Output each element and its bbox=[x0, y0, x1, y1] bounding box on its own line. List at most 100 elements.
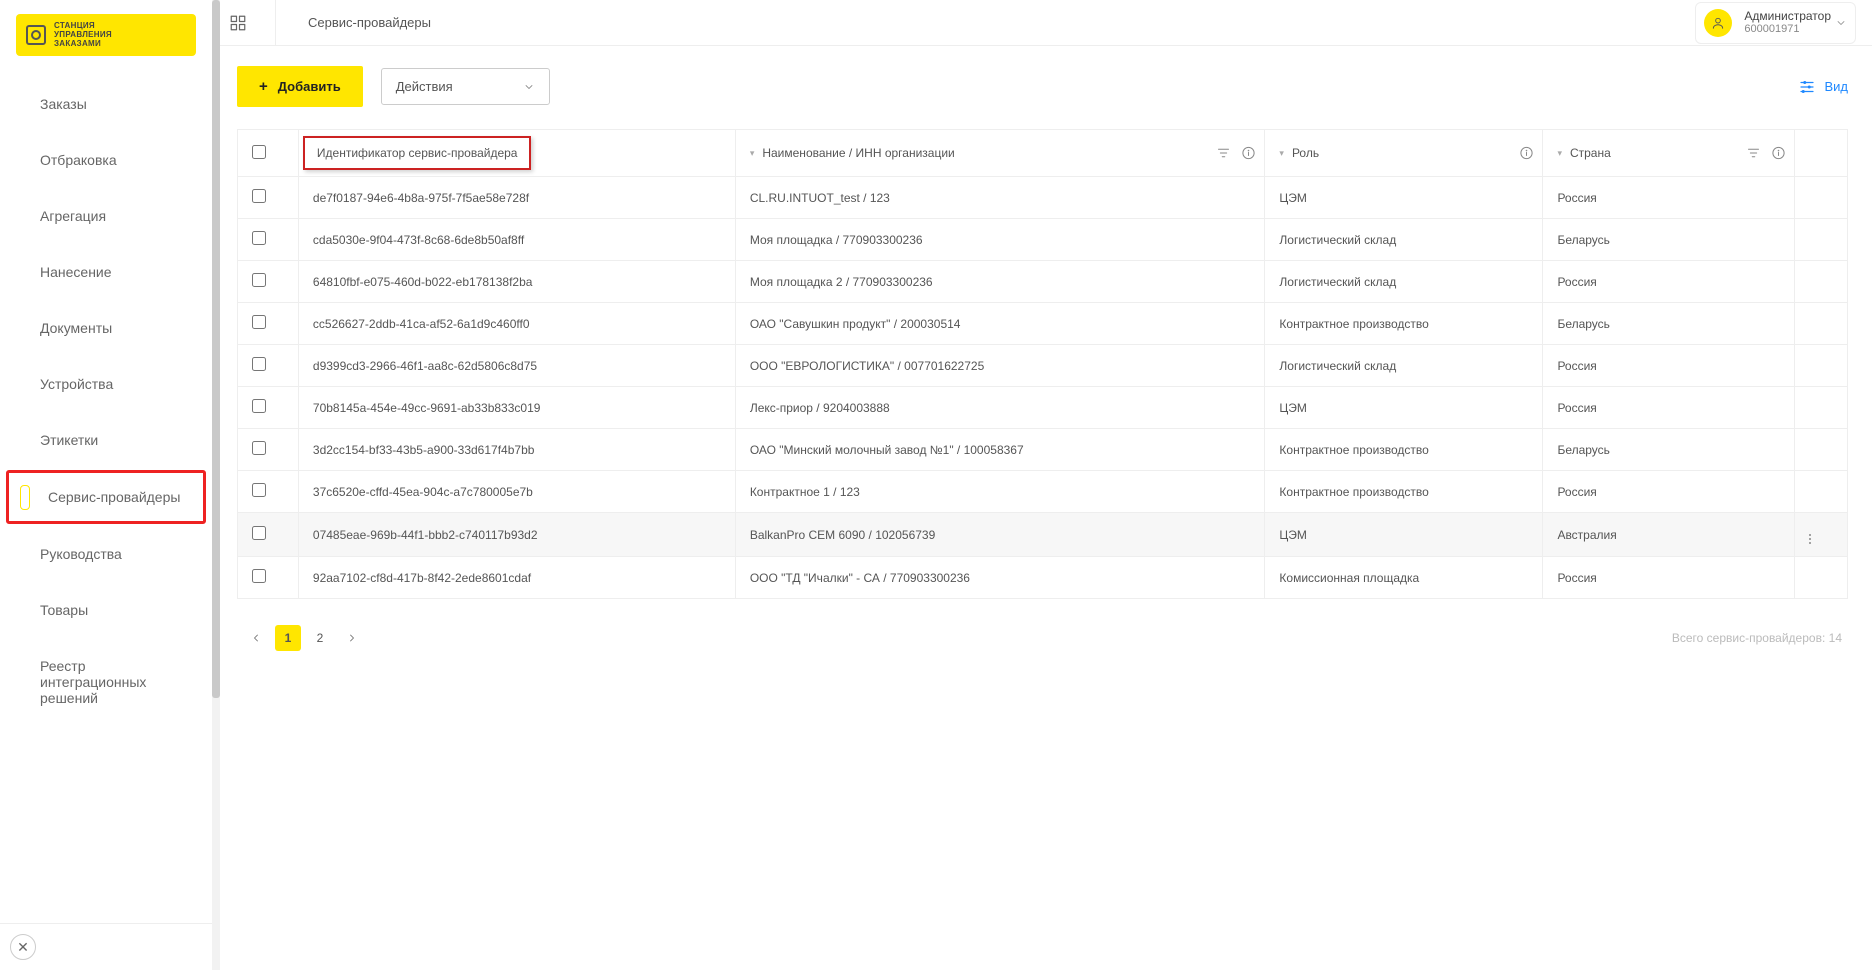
sliders-icon bbox=[1798, 78, 1816, 96]
view-button[interactable]: Вид bbox=[1798, 78, 1848, 96]
cell-country: Беларусь bbox=[1543, 429, 1795, 471]
cell-name: ООО "ТД "Ичалки" - СА / 770903300236 bbox=[735, 557, 1265, 599]
column-header-id[interactable]: Идентификатор сервис-провайдера bbox=[298, 130, 735, 177]
table-row[interactable]: 64810fbf-e075-460d-b022-eb178138f2ba Моя… bbox=[238, 261, 1848, 303]
prev-page-button[interactable] bbox=[243, 625, 269, 651]
page-2-button[interactable]: 2 bbox=[307, 625, 333, 651]
cell-country: Россия bbox=[1543, 387, 1795, 429]
scrollbar[interactable] bbox=[212, 0, 220, 970]
cell-country: Беларусь bbox=[1543, 303, 1795, 345]
sidebar-item-label: Этикетки bbox=[40, 432, 98, 448]
cell-role: ЦЭМ bbox=[1265, 177, 1543, 219]
sidebar-item-2[interactable]: Агрегация bbox=[0, 188, 212, 244]
cell-role: Логистический склад bbox=[1265, 345, 1543, 387]
sidebar-item-4[interactable]: Документы bbox=[0, 300, 212, 356]
filter-icon[interactable] bbox=[1746, 146, 1761, 161]
sidebar-item-label: Устройства bbox=[40, 376, 113, 392]
cell-name: Моя площадка / 770903300236 bbox=[735, 219, 1265, 261]
row-checkbox[interactable] bbox=[252, 231, 266, 245]
cell-role: Контрактное производство bbox=[1265, 429, 1543, 471]
sidebar-item-6[interactable]: Этикетки bbox=[0, 412, 212, 468]
close-sidebar-button[interactable]: ✕ bbox=[10, 934, 36, 960]
info-icon[interactable] bbox=[1519, 146, 1534, 161]
cell-id: cc526627-2ddb-41ca-af52-6a1d9c460ff0 bbox=[298, 303, 735, 345]
sidebar-item-10[interactable]: Реестр интеграционных решений bbox=[0, 638, 212, 726]
cell-role: Контрактное производство bbox=[1265, 471, 1543, 513]
cell-name: Контрактное 1 / 123 bbox=[735, 471, 1265, 513]
cell-role: Логистический склад bbox=[1265, 261, 1543, 303]
sidebar-item-3[interactable]: Нанесение bbox=[0, 244, 212, 300]
table-row[interactable]: 3d2cc154-bf33-43b5-a900-33d617f4b7bb ОАО… bbox=[238, 429, 1848, 471]
cell-country: Россия bbox=[1543, 345, 1795, 387]
sidebar: СТАНЦИЯ УПРАВЛЕНИЯ ЗАКАЗАМИ Заказы Отбра… bbox=[0, 0, 213, 970]
table-row[interactable]: d9399cd3-2966-46f1-aa8c-62d5806c8d75 ООО… bbox=[238, 345, 1848, 387]
row-checkbox[interactable] bbox=[252, 399, 266, 413]
toolbar: + Добавить Действия Вид bbox=[237, 66, 1848, 107]
row-menu-icon[interactable] bbox=[1809, 534, 1811, 544]
cell-id: cda5030e-9f04-473f-8c68-6de8b50af8ff bbox=[298, 219, 735, 261]
sort-icon: ▾ bbox=[750, 148, 755, 159]
sidebar-item-0[interactable]: Заказы bbox=[0, 76, 212, 132]
sidebar-item-label: Агрегация bbox=[40, 208, 106, 224]
sidebar-item-label: Заказы bbox=[40, 96, 87, 112]
row-checkbox[interactable] bbox=[252, 273, 266, 287]
next-page-button[interactable] bbox=[339, 625, 365, 651]
sidebar-item-label: Сервис-провайдеры bbox=[48, 489, 180, 505]
info-icon[interactable] bbox=[1771, 146, 1786, 161]
sidebar-item-label: Нанесение bbox=[40, 264, 112, 280]
table-row[interactable]: 92aa7102-cf8d-417b-8f42-2ede8601cdaf ООО… bbox=[238, 557, 1848, 599]
user-role: Администратор bbox=[1744, 9, 1831, 23]
cell-name: CL.RU.INTUOT_test / 123 bbox=[735, 177, 1265, 219]
cell-id: d9399cd3-2966-46f1-aa8c-62d5806c8d75 bbox=[298, 345, 735, 387]
view-label: Вид bbox=[1824, 79, 1848, 94]
select-all-checkbox[interactable] bbox=[252, 145, 266, 159]
sidebar-item-label: Документы bbox=[40, 320, 112, 336]
cell-role: Контрактное производство bbox=[1265, 303, 1543, 345]
sidebar-item-9[interactable]: Товары bbox=[0, 582, 212, 638]
page-1-button[interactable]: 1 bbox=[275, 625, 301, 651]
total-count: Всего сервис-провайдеров: 14 bbox=[1672, 631, 1842, 645]
logo-text: СТАНЦИЯ УПРАВЛЕНИЯ ЗАКАЗАМИ bbox=[54, 22, 112, 48]
apps-icon[interactable] bbox=[229, 14, 247, 32]
table-header-row: Идентификатор сервис-провайдера ▾Наимено… bbox=[238, 130, 1848, 177]
column-header-name[interactable]: ▾Наименование / ИНН организации bbox=[735, 130, 1265, 177]
row-checkbox[interactable] bbox=[252, 441, 266, 455]
filter-icon[interactable] bbox=[1216, 146, 1231, 161]
table-row[interactable]: cda5030e-9f04-473f-8c68-6de8b50af8ff Моя… bbox=[238, 219, 1848, 261]
sidebar-item-8[interactable]: Руководства bbox=[0, 526, 212, 582]
row-checkbox[interactable] bbox=[252, 189, 266, 203]
column-header-role[interactable]: ▾Роль bbox=[1265, 130, 1543, 177]
row-checkbox[interactable] bbox=[252, 315, 266, 329]
select-all-cell bbox=[238, 130, 299, 177]
nav-list: Заказы Отбраковка Агрегация Нанесение До… bbox=[0, 66, 212, 923]
cell-id: 3d2cc154-bf33-43b5-a900-33d617f4b7bb bbox=[298, 429, 735, 471]
sidebar-item-5[interactable]: Устройства bbox=[0, 356, 212, 412]
user-menu[interactable]: Администратор 600001971 bbox=[1695, 2, 1856, 44]
table-row[interactable]: 70b8145a-454e-49cc-9691-ab33b833c019 Лек… bbox=[238, 387, 1848, 429]
cell-country: Беларусь bbox=[1543, 219, 1795, 261]
row-checkbox[interactable] bbox=[252, 357, 266, 371]
cell-id: 92aa7102-cf8d-417b-8f42-2ede8601cdaf bbox=[298, 557, 735, 599]
cell-name: BalkanPro CEM 6090 / 102056739 bbox=[735, 513, 1265, 557]
row-checkbox[interactable] bbox=[252, 483, 266, 497]
actions-select[interactable]: Действия bbox=[381, 68, 550, 105]
cell-country: Россия bbox=[1543, 557, 1795, 599]
add-button[interactable]: + Добавить bbox=[237, 66, 363, 107]
table-row[interactable]: 07485eae-969b-44f1-bbb2-c740117b93d2 Bal… bbox=[238, 513, 1848, 557]
cell-country: Россия bbox=[1543, 177, 1795, 219]
cell-id: 70b8145a-454e-49cc-9691-ab33b833c019 bbox=[298, 387, 735, 429]
logo[interactable]: СТАНЦИЯ УПРАВЛЕНИЯ ЗАКАЗАМИ bbox=[16, 14, 196, 56]
sidebar-item-1[interactable]: Отбраковка bbox=[0, 132, 212, 188]
row-checkbox[interactable] bbox=[252, 526, 266, 540]
sidebar-item-7[interactable]: Сервис-провайдеры bbox=[9, 473, 203, 521]
table-row[interactable]: de7f0187-94e6-4b8a-975f-7f5ae58e728f CL.… bbox=[238, 177, 1848, 219]
column-header-country[interactable]: ▾Страна bbox=[1543, 130, 1795, 177]
row-checkbox[interactable] bbox=[252, 569, 266, 583]
cell-name: Моя площадка 2 / 770903300236 bbox=[735, 261, 1265, 303]
cell-name: Лекс-приор / 9204003888 bbox=[735, 387, 1265, 429]
cell-id: 07485eae-969b-44f1-bbb2-c740117b93d2 bbox=[298, 513, 735, 557]
sidebar-item-label: Отбраковка bbox=[40, 152, 117, 168]
table-row[interactable]: 37c6520e-cffd-45ea-904c-a7c780005e7b Кон… bbox=[238, 471, 1848, 513]
table-row[interactable]: cc526627-2ddb-41ca-af52-6a1d9c460ff0 ОАО… bbox=[238, 303, 1848, 345]
info-icon[interactable] bbox=[1241, 146, 1256, 161]
